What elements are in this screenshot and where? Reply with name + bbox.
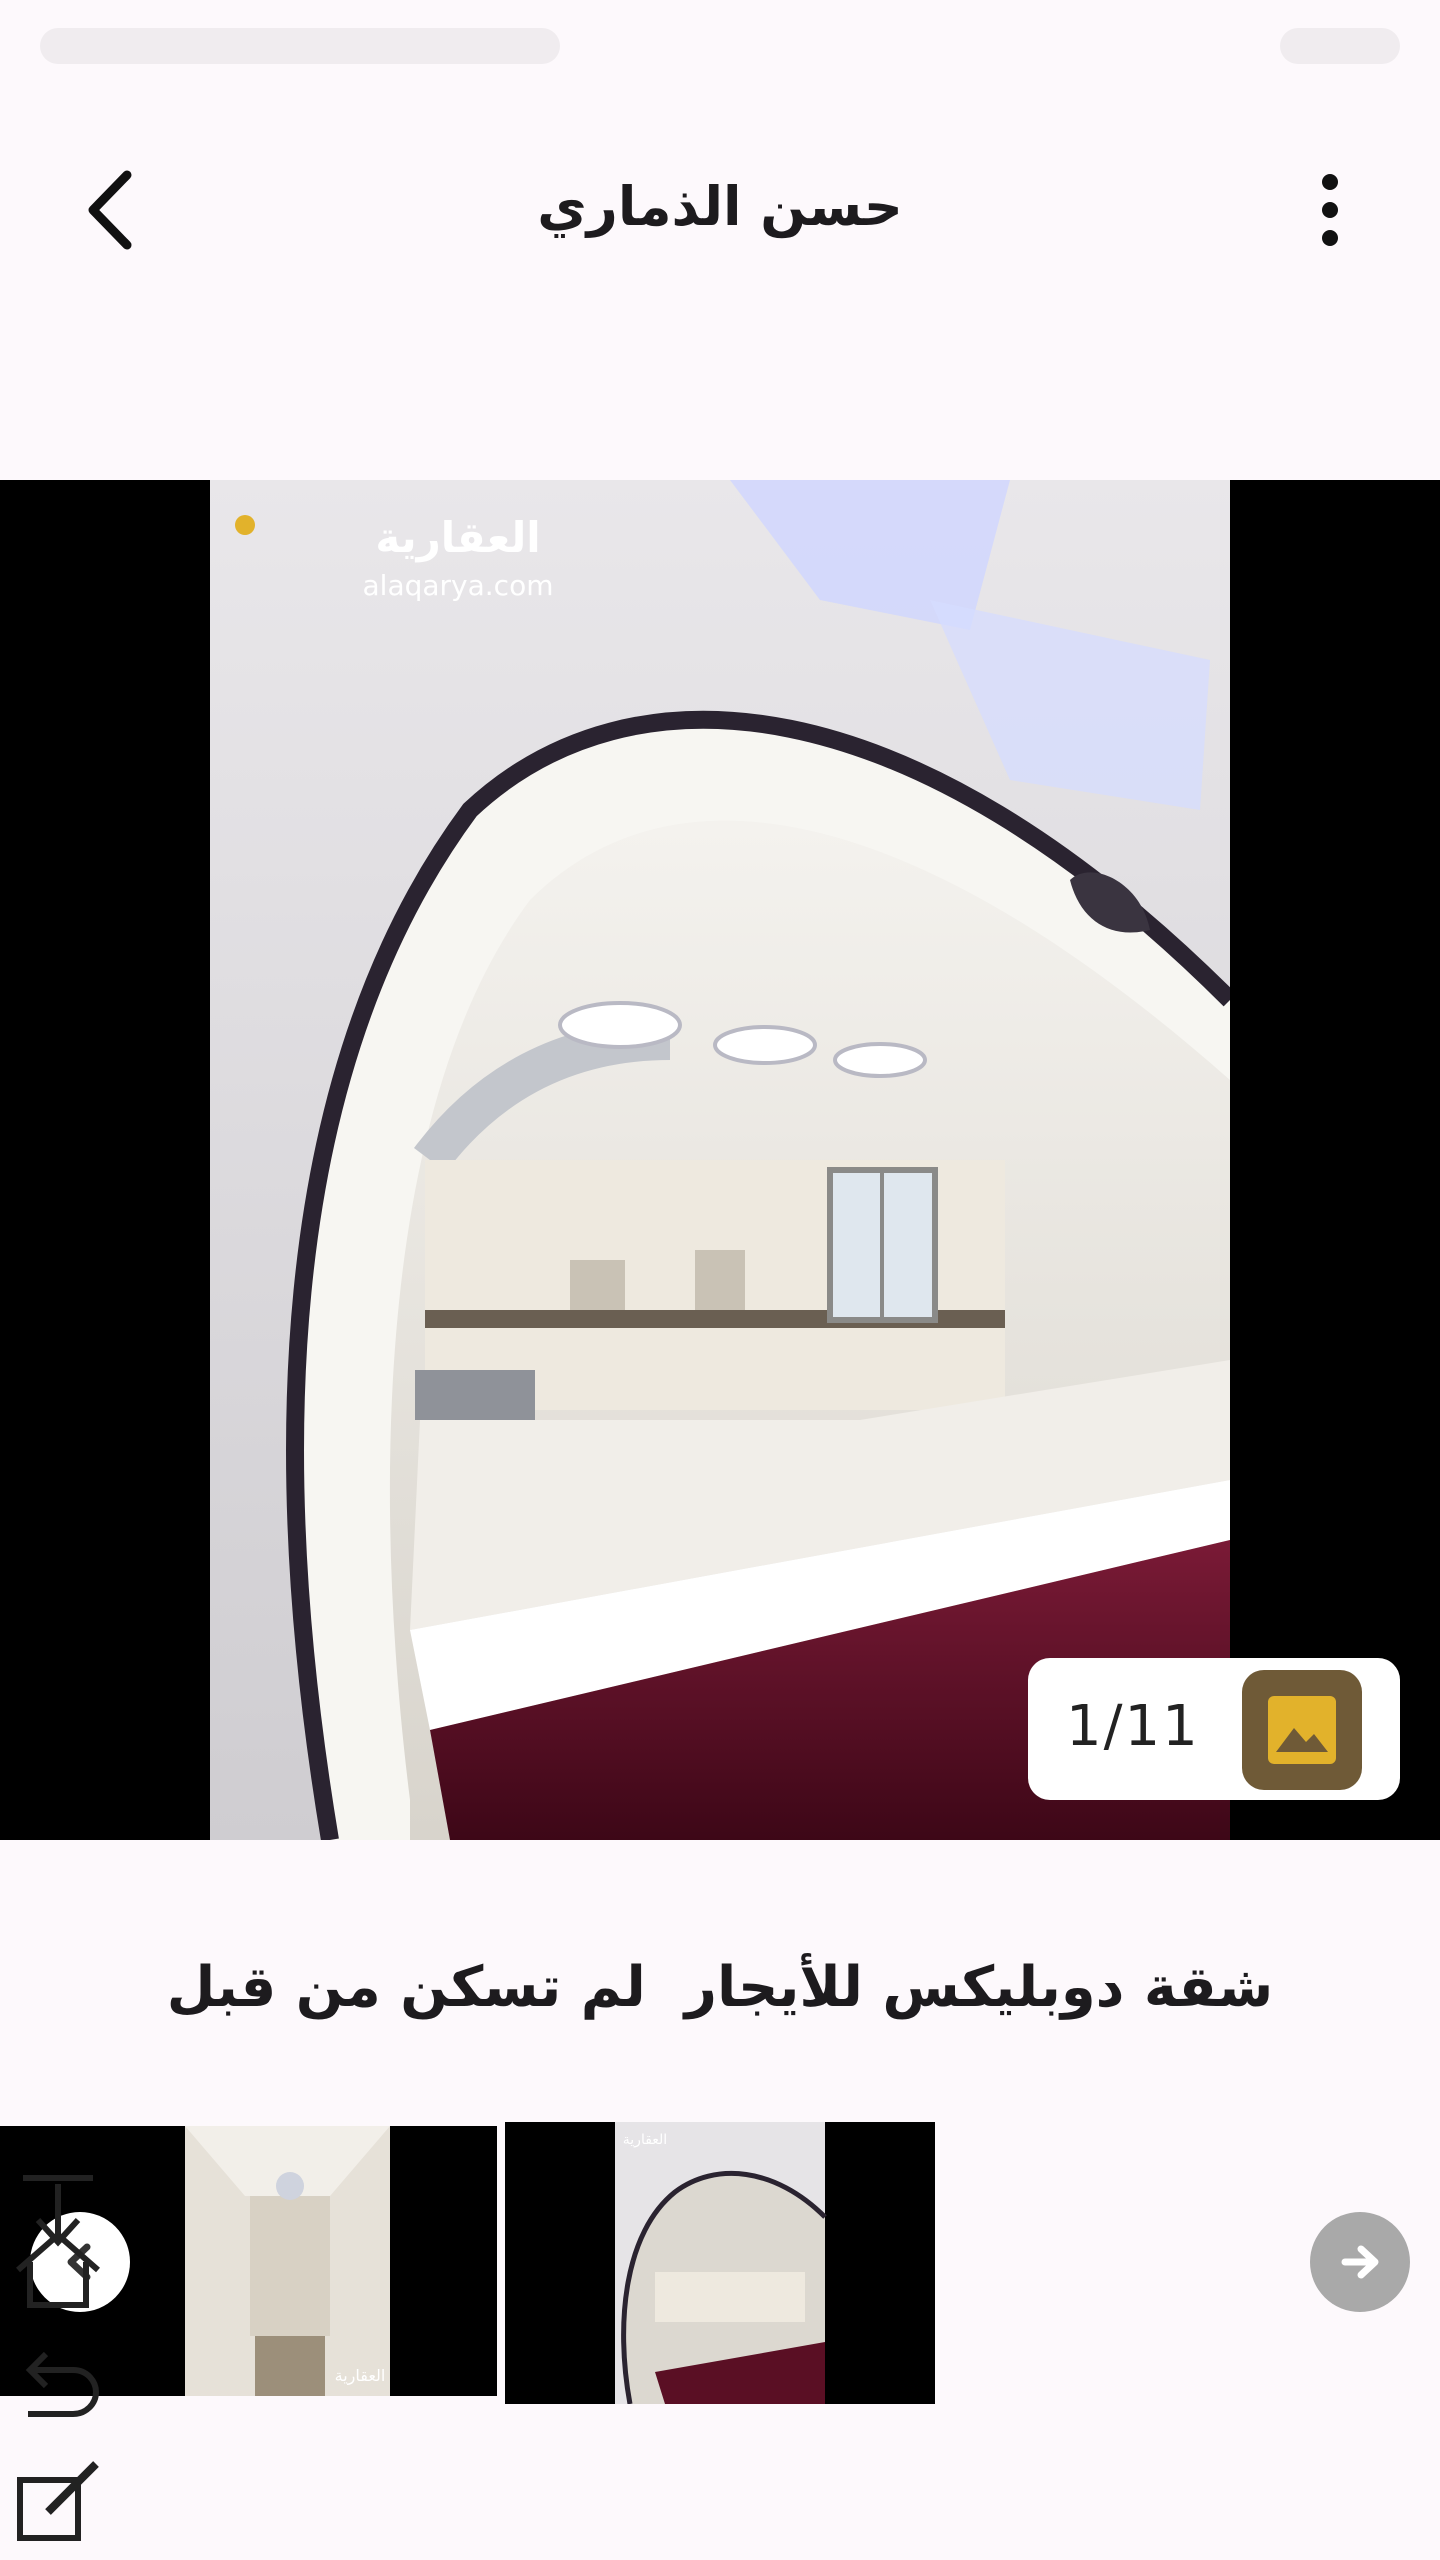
edit-icon	[17, 2461, 99, 2541]
more-options-button[interactable]	[1280, 160, 1380, 260]
thumbnail-2-selected[interactable]: العقارية	[505, 2122, 935, 2404]
status-icons-right	[1280, 28, 1400, 64]
gallery-button[interactable]	[1242, 1670, 1362, 1790]
watermark-brand: العقارية	[375, 513, 540, 562]
image-counter[interactable]: 1/11	[1028, 1658, 1400, 1800]
status-bar	[0, 0, 1440, 100]
image-counter-text: 1/11	[1066, 1694, 1200, 1759]
listing-title: شقة دوبليكس للأيجار لم تسكن من قبل	[166, 1955, 1274, 2020]
next-thumbnail-button[interactable]	[1310, 2212, 1410, 2312]
app-bar: حسن الذماري	[0, 120, 1440, 300]
listing-photo: العقارية alaqarya.com	[210, 480, 1230, 1840]
thumbnail-1-watermark: العقارية	[335, 2366, 386, 2386]
undo-icon	[25, 2351, 100, 2417]
screen: حسن الذماري العقارية alaqarya.com 1/11 ش…	[0, 0, 1440, 2560]
edit-tool[interactable]	[8, 2450, 108, 2550]
page-title: حسن الذماري	[537, 175, 903, 238]
thumbnail-strip: العقارية العقارية	[0, 2118, 1440, 2408]
image-icon	[1268, 1696, 1336, 1764]
thumbnail-2-image: العقارية	[505, 2122, 935, 2404]
home-icon	[16, 2231, 100, 2308]
arrow-right-icon	[1341, 2245, 1379, 2279]
undo-tool[interactable]	[8, 2330, 108, 2430]
home-tool[interactable]	[8, 2220, 108, 2320]
watermark-site: alaqarya.com	[363, 569, 554, 602]
hero-image-viewer[interactable]: العقارية alaqarya.com 1/11	[0, 480, 1440, 1840]
more-vert-icon	[1322, 174, 1338, 246]
floating-toolbar	[0, 2160, 120, 2560]
status-icons-left	[40, 28, 560, 64]
thumbnail-2-watermark: العقارية	[623, 2132, 667, 2148]
